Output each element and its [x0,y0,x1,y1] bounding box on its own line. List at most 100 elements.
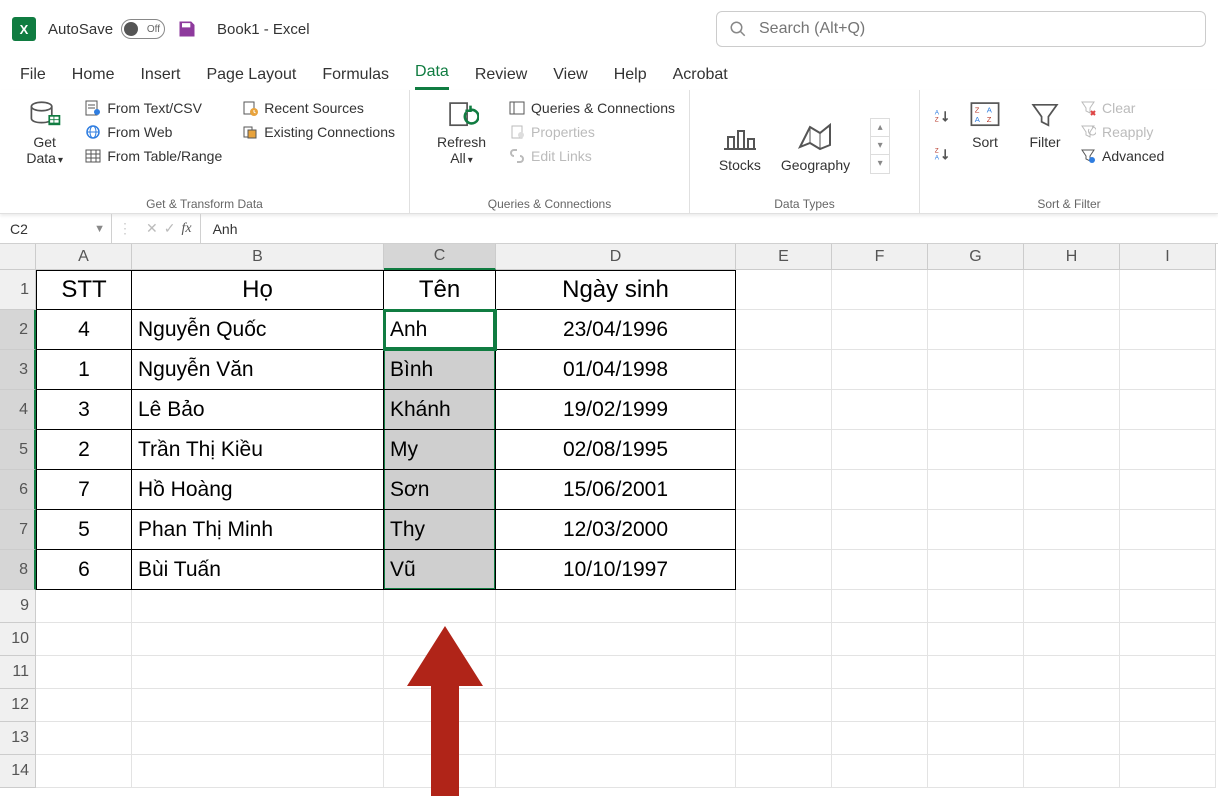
cell-A8[interactable]: 6 [36,550,132,590]
tab-file[interactable]: File [20,66,46,90]
cell-H11[interactable] [1024,656,1120,689]
cell-E2[interactable] [736,310,832,350]
cell-A1[interactable]: STT [36,270,132,310]
filter-button[interactable]: Filter [1018,96,1072,152]
cell-I6[interactable] [1120,470,1216,510]
cell-E3[interactable] [736,350,832,390]
queries-connections-button[interactable]: Queries & Connections [507,96,677,120]
cell-A5[interactable]: 2 [36,430,132,470]
cell-H4[interactable] [1024,390,1120,430]
col-header-D[interactable]: D [496,244,736,270]
cell-F13[interactable] [832,722,928,755]
cell-H10[interactable] [1024,623,1120,656]
tab-insert[interactable]: Insert [140,66,180,90]
cell-E13[interactable] [736,722,832,755]
cell-D14[interactable] [496,755,736,788]
from-text-csv-button[interactable]: From Text/CSV [83,96,224,120]
cell-G14[interactable] [928,755,1024,788]
cell-B14[interactable] [132,755,384,788]
col-header-I[interactable]: I [1120,244,1216,270]
row-header-14[interactable]: 14 [0,755,36,788]
cell-D1[interactable]: Ngày sinh [496,270,736,310]
cell-H3[interactable] [1024,350,1120,390]
autosave-toggle[interactable]: Off [121,19,165,39]
cell-B6[interactable]: Hồ Hoàng [132,470,384,510]
chevron-up-icon[interactable]: ▴ [871,119,889,137]
cell-D6[interactable]: 15/06/2001 [496,470,736,510]
cell-D11[interactable] [496,656,736,689]
cell-C1[interactable]: Tên [384,270,496,310]
fx-icon[interactable]: fx [181,221,191,237]
tab-help[interactable]: Help [614,66,647,90]
cell-H9[interactable] [1024,590,1120,623]
cell-C4[interactable]: Khánh [384,390,496,430]
cell-A14[interactable] [36,755,132,788]
formula-input[interactable]: Anh [201,221,1218,237]
cell-E1[interactable] [736,270,832,310]
cell-I3[interactable] [1120,350,1216,390]
cell-G4[interactable] [928,390,1024,430]
cell-F6[interactable] [832,470,928,510]
cell-C9[interactable] [384,590,496,623]
cell-B5[interactable]: Trần Thị Kiều [132,430,384,470]
cell-G6[interactable] [928,470,1024,510]
cell-D4[interactable]: 19/02/1999 [496,390,736,430]
tab-page-layout[interactable]: Page Layout [206,66,296,90]
cell-I13[interactable] [1120,722,1216,755]
cell-A3[interactable]: 1 [36,350,132,390]
cell-H5[interactable] [1024,430,1120,470]
cell-I7[interactable] [1120,510,1216,550]
cell-H8[interactable] [1024,550,1120,590]
recent-sources-button[interactable]: Recent Sources [240,96,397,120]
cell-E10[interactable] [736,623,832,656]
cell-E5[interactable] [736,430,832,470]
cell-H1[interactable] [1024,270,1120,310]
cell-F11[interactable] [832,656,928,689]
cell-D8[interactable]: 10/10/1997 [496,550,736,590]
from-web-button[interactable]: From Web [83,120,224,144]
accept-icon[interactable]: ✓ [164,220,176,237]
from-table-range-button[interactable]: From Table/Range [83,144,224,168]
cell-C5[interactable]: My [384,430,496,470]
tab-data[interactable]: Data [415,63,449,90]
cell-B4[interactable]: Lê Bảo [132,390,384,430]
cell-G1[interactable] [928,270,1024,310]
col-header-A[interactable]: A [36,244,132,270]
cell-F12[interactable] [832,689,928,722]
cell-D5[interactable]: 02/08/1995 [496,430,736,470]
cell-B8[interactable]: Bùi Tuấn [132,550,384,590]
row-header-12[interactable]: 12 [0,689,36,722]
tab-review[interactable]: Review [475,66,527,90]
row-header-7[interactable]: 7 [0,510,36,550]
col-header-H[interactable]: H [1024,244,1120,270]
cell-C6[interactable]: Sơn [384,470,496,510]
row-header-13[interactable]: 13 [0,722,36,755]
cell-E9[interactable] [736,590,832,623]
existing-connections-button[interactable]: Existing Connections [240,120,397,144]
cell-C12[interactable] [384,689,496,722]
select-all-corner[interactable] [0,244,36,270]
col-header-C[interactable]: C [384,244,496,270]
cell-I9[interactable] [1120,590,1216,623]
cell-I11[interactable] [1120,656,1216,689]
cell-B7[interactable]: Phan Thị Minh [132,510,384,550]
row-header-2[interactable]: 2 [0,310,36,350]
cell-D9[interactable] [496,590,736,623]
cell-H7[interactable] [1024,510,1120,550]
row-header-1[interactable]: 1 [0,270,36,310]
col-header-B[interactable]: B [132,244,384,270]
chevron-down-icon[interactable]: ▾ [871,137,889,155]
cell-F5[interactable] [832,430,928,470]
cell-C2[interactable]: Anh [384,310,496,350]
row-header-6[interactable]: 6 [0,470,36,510]
get-data-button[interactable]: Get Data▾ [12,96,77,168]
cell-E4[interactable] [736,390,832,430]
cell-B3[interactable]: Nguyễn Văn [132,350,384,390]
row-header-8[interactable]: 8 [0,550,36,590]
tab-home[interactable]: Home [72,66,115,90]
cell-I1[interactable] [1120,270,1216,310]
cell-D7[interactable]: 12/03/2000 [496,510,736,550]
cell-G12[interactable] [928,689,1024,722]
cell-F10[interactable] [832,623,928,656]
chevron-more-icon[interactable]: ▾ [871,155,889,173]
